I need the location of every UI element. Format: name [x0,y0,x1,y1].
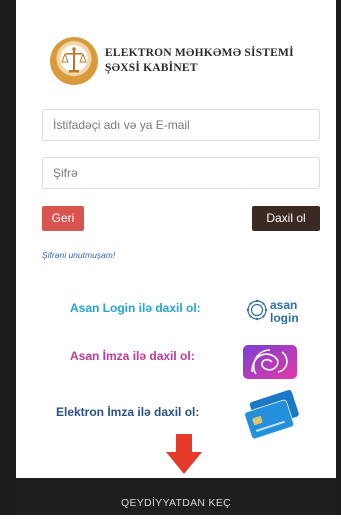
username-input[interactable]: İstifadəçi adı və ya E-mail [42,109,320,141]
smart-card-icon[interactable] [240,388,306,442]
asan-login-logo-icon[interactable]: asan login [244,296,308,325]
asan-logo-text-bottom: login [270,311,299,324]
asan-login-label[interactable]: Asan Login ilə daxil ol: [70,301,201,315]
login-button[interactable]: Daxil ol [252,206,320,231]
forgot-password-link[interactable]: Şifrəni unutmuşam! [42,250,115,260]
site-title-line-1: ELEKTRON MƏHKƏMƏ SİSTEMİ [105,47,294,59]
asan-imza-label[interactable]: Asan İmza ilə daxil ol: [70,349,195,363]
background-right [336,0,341,515]
password-input[interactable]: Şifrə [42,157,320,189]
arrow-down-icon [164,432,204,476]
elektron-imza-label[interactable]: Elektron İmza ilə daxil ol: [56,405,199,419]
header: ELEKTRON MƏHKƏMƏ SİSTEMİ ŞƏXSİ KABİNET [50,37,294,85]
asan-imza-logo-icon[interactable] [242,344,298,380]
back-button[interactable]: Geri [42,206,84,231]
background-left [0,0,16,515]
asan-logo-text-top: asan [270,298,297,312]
register-button[interactable]: QEYDİYYATDAN KEÇ [16,478,336,515]
site-title: ELEKTRON MƏHKƏMƏ SİSTEMİ ŞƏXSİ KABİNET [105,46,294,76]
site-title-line-2: ŞƏXSİ KABİNET [105,62,198,74]
court-emblem-icon [50,37,98,85]
login-card: ELEKTRON MƏHKƏMƏ SİSTEMİ ŞƏXSİ KABİNET İ… [16,0,336,515]
